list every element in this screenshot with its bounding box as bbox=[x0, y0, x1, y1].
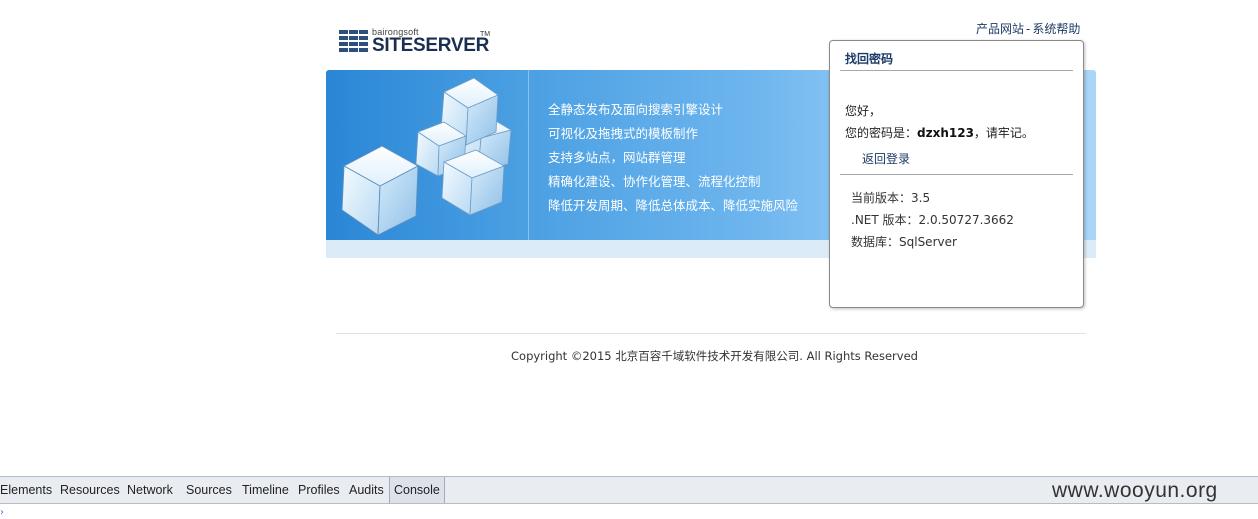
logo-product-text: SITESERVER bbox=[372, 35, 490, 56]
feature-item: 可视化及拖拽式的模板制作 bbox=[548, 126, 699, 141]
watermark-text: www.wooyun.org bbox=[1052, 479, 1218, 502]
tab-audits[interactable]: Audits bbox=[349, 477, 384, 503]
password-value: dzxh123 bbox=[917, 126, 974, 140]
tab-elements[interactable]: Elements bbox=[0, 477, 52, 503]
top-links: 产品网站 - 系统帮助 bbox=[976, 20, 1088, 37]
feature-item: 精确化建设、协作化管理、流程化控制 bbox=[548, 174, 761, 189]
tab-profiles[interactable]: Profiles bbox=[298, 477, 340, 503]
password-message: 您的密码是：dzxh123，请牢记。 bbox=[845, 124, 1034, 141]
cubes-illustration bbox=[341, 77, 513, 236]
banner-divider bbox=[528, 70, 529, 240]
tab-console[interactable]: Console bbox=[389, 477, 445, 503]
footer-divider bbox=[336, 333, 1086, 334]
siteserver-logo: bairongsoft SITESERVER TM bbox=[339, 27, 499, 57]
feature-list: 全静态发布及面向搜索引擎设计 可视化及拖拽式的模板制作 支持多站点，网站群管理 … bbox=[548, 98, 798, 218]
chevron-right-icon: › bbox=[0, 507, 4, 518]
database-text: 数据库：SqlServer bbox=[851, 235, 957, 249]
copyright-text: Copyright ©2015 北京百容千域软件技术开发有限公司. All Ri… bbox=[511, 349, 918, 363]
panel-divider bbox=[840, 174, 1073, 175]
password-recovery-panel: 找回密码 您好， 您的密码是：dzxh123，请牢记。 返回登录 当前版本：3.… bbox=[829, 40, 1084, 308]
password-suffix: ，请牢记。 bbox=[973, 126, 1034, 140]
devtools-panel: Elements Resources Network Sources Timel… bbox=[0, 476, 1258, 519]
feature-item: 全静态发布及面向搜索引擎设计 bbox=[548, 102, 724, 117]
tab-network[interactable]: Network bbox=[127, 477, 173, 503]
back-to-login-link[interactable]: 返回登录 bbox=[862, 150, 910, 167]
logo-grid-icon bbox=[339, 30, 369, 52]
current-version-text: 当前版本：3.5 bbox=[851, 191, 931, 205]
panel-divider bbox=[840, 70, 1073, 71]
panel-title: 找回密码 bbox=[845, 52, 894, 66]
product-site-link[interactable]: 产品网站 bbox=[976, 22, 1024, 36]
system-help-link[interactable]: 系统帮助 bbox=[1032, 22, 1080, 36]
devtools-tab-bar: Elements Resources Network Sources Timel… bbox=[0, 476, 1258, 504]
password-prefix: 您的密码是： bbox=[845, 126, 918, 140]
tab-resources[interactable]: Resources bbox=[60, 477, 120, 503]
feature-item: 降低开发周期、降低总体成本、降低实施风险 bbox=[548, 198, 799, 213]
logo-tm-mark: TM bbox=[480, 31, 491, 38]
tab-timeline[interactable]: Timeline bbox=[242, 477, 289, 503]
feature-item: 支持多站点，网站群管理 bbox=[548, 150, 686, 165]
greeting-text: 您好， bbox=[845, 104, 882, 118]
tab-sources[interactable]: Sources bbox=[186, 477, 232, 503]
dotnet-version-text: .NET 版本：2.0.50727.3662 bbox=[851, 213, 1014, 227]
